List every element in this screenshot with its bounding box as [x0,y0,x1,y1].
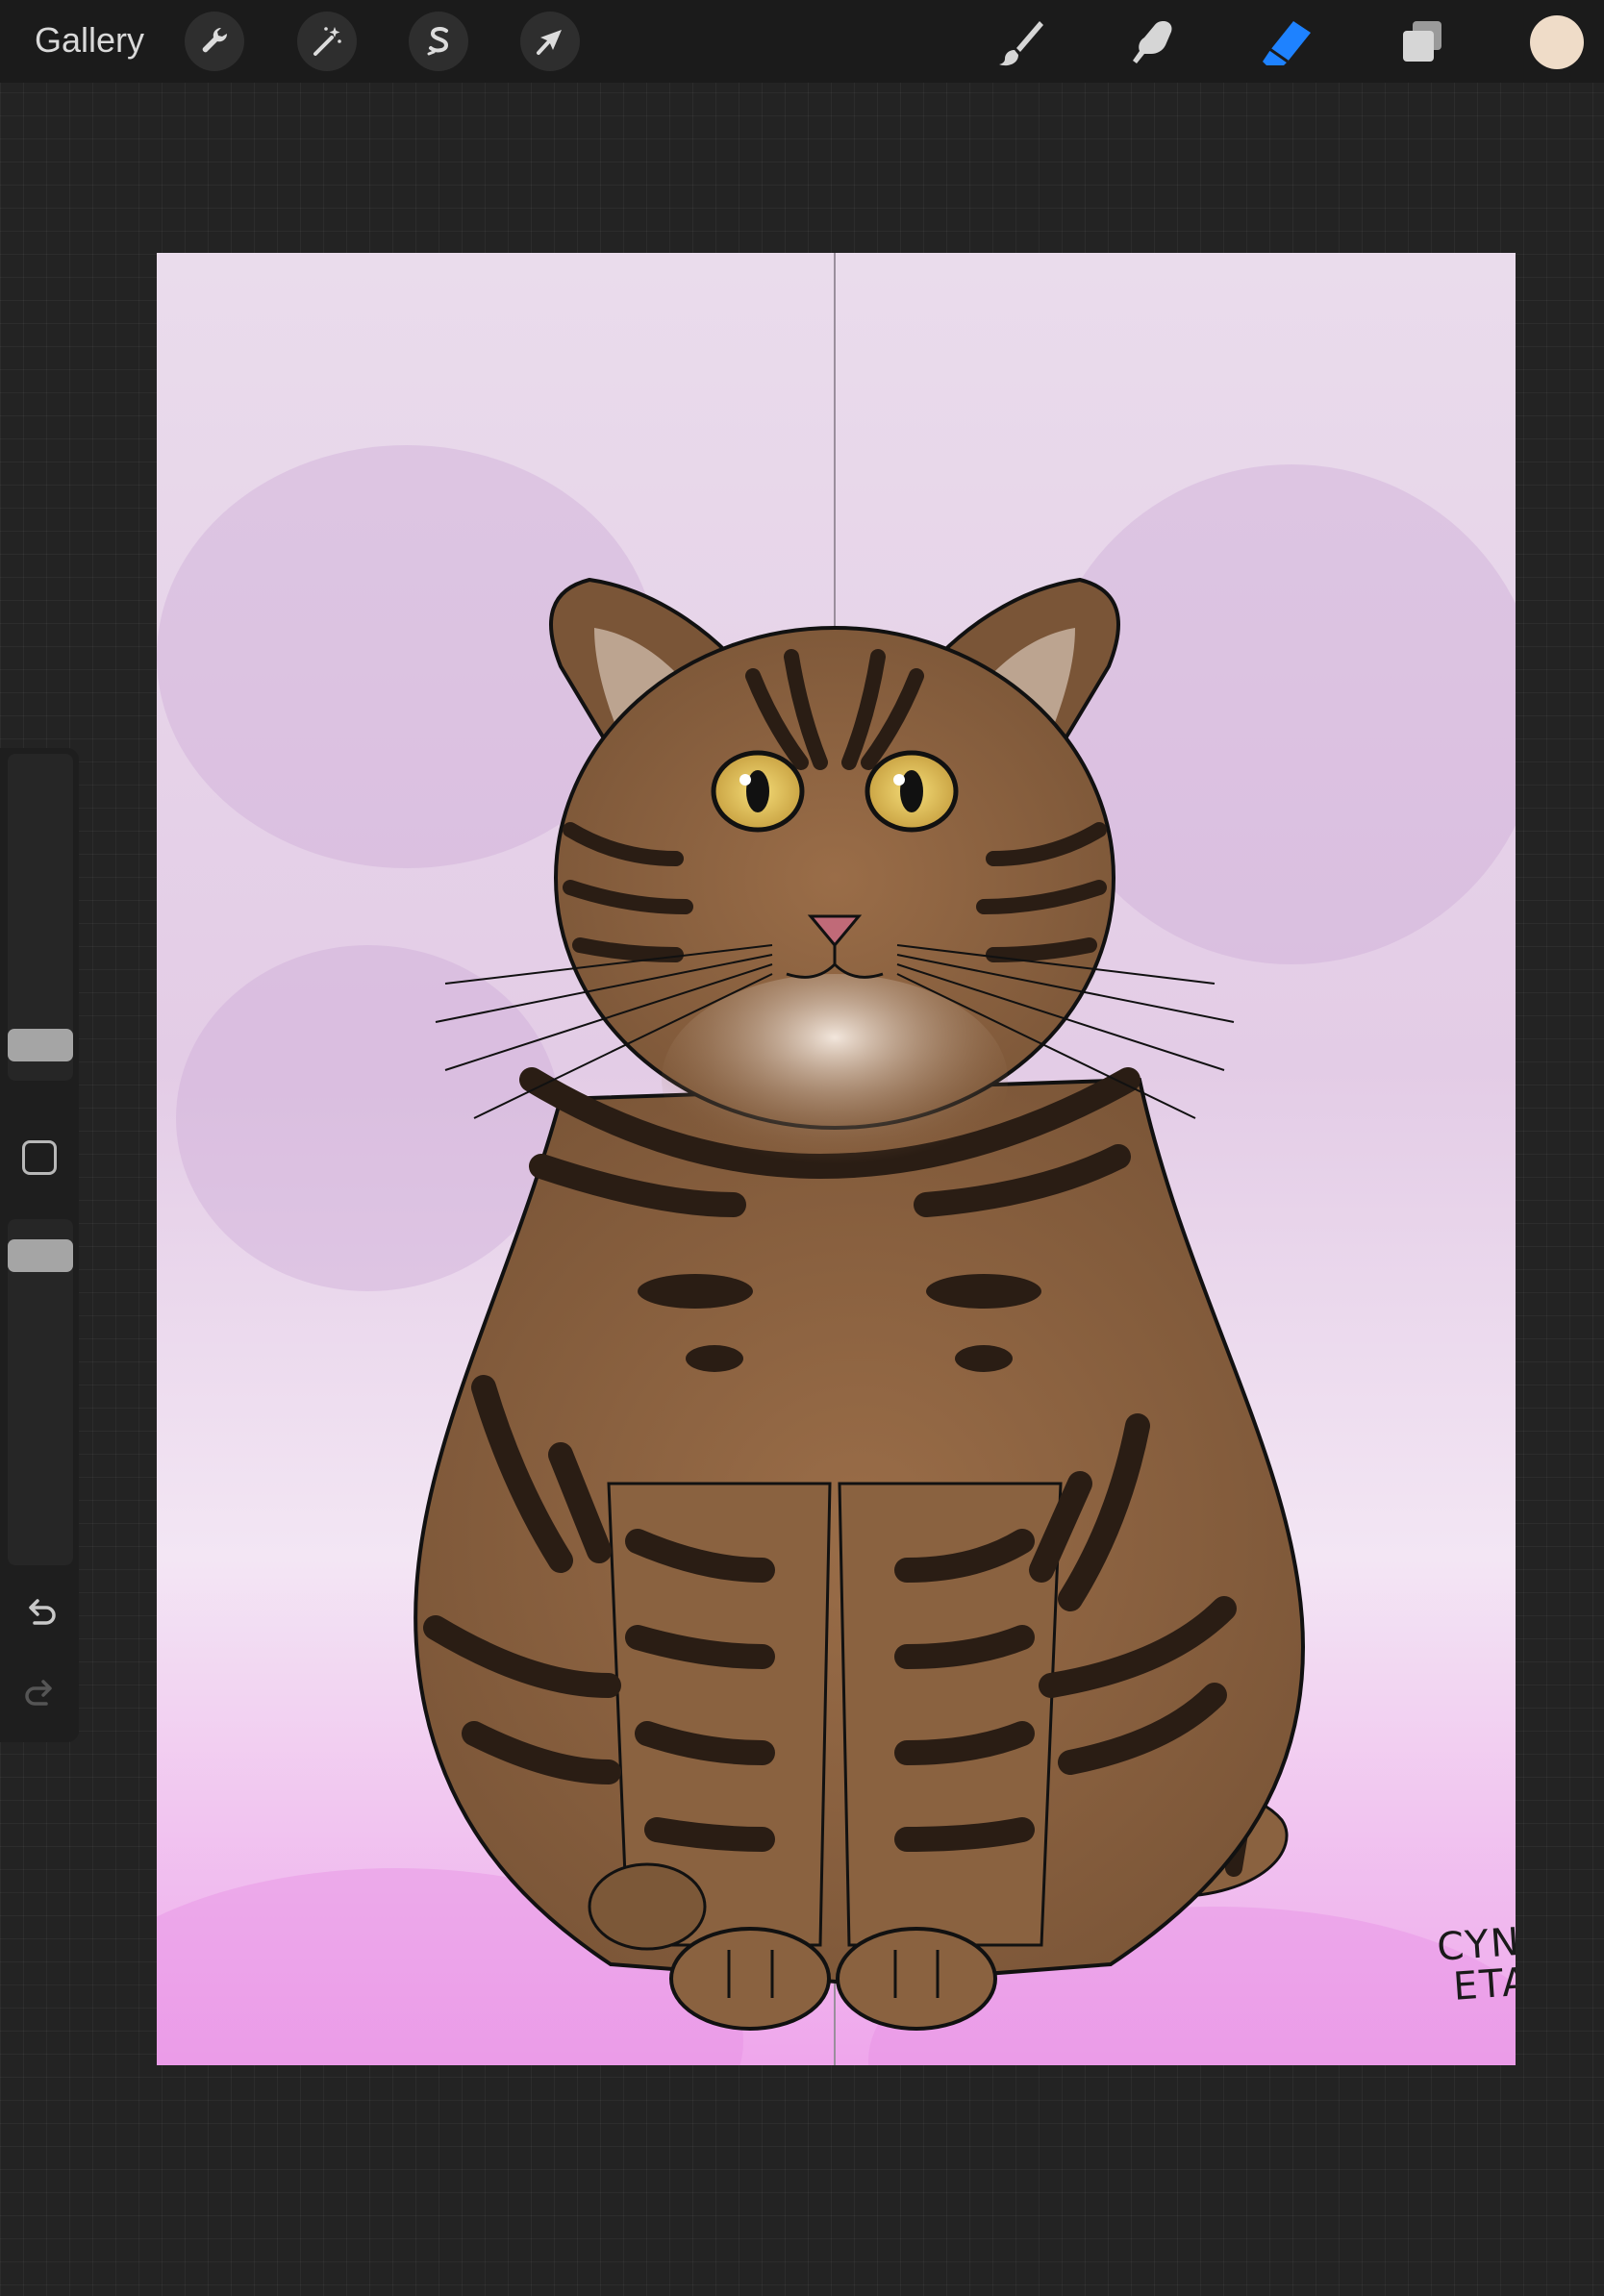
transform-button[interactable] [520,12,580,71]
top-toolbar: Gallery [0,0,1604,83]
artist-signature: CYNTHIA ETAL [1436,1913,1516,2009]
modify-button[interactable] [22,1140,57,1175]
adjustments-button[interactable] [297,12,357,71]
color-swatch[interactable] [1530,15,1584,69]
drawing-canvas[interactable]: CYNTHIA ETAL [157,253,1516,2065]
opacity-handle[interactable] [8,1239,73,1272]
selection-s-icon [427,27,449,56]
wrench-icon [202,27,228,53]
gallery-button[interactable]: Gallery [35,19,144,62]
brush-icon [999,21,1043,66]
eraser-icon [1263,21,1311,65]
smudge-tool-button[interactable] [1125,13,1183,71]
selection-button[interactable] [409,12,468,71]
arrow-cursor-icon [537,30,562,55]
tabby-cat-artwork [157,253,1516,2065]
layers-icon [1403,21,1441,62]
undo-icon[interactable] [21,1594,60,1633]
layers-button[interactable] [1393,13,1451,71]
eraser-tool-button[interactable] [1259,13,1316,71]
magic-wand-icon [313,27,341,56]
actions-button[interactable] [185,12,244,71]
brush-size-handle[interactable] [8,1029,73,1061]
smudge-finger-icon [1133,21,1172,63]
brush-tool-button[interactable] [991,13,1049,71]
redo-icon[interactable] [21,1675,60,1713]
